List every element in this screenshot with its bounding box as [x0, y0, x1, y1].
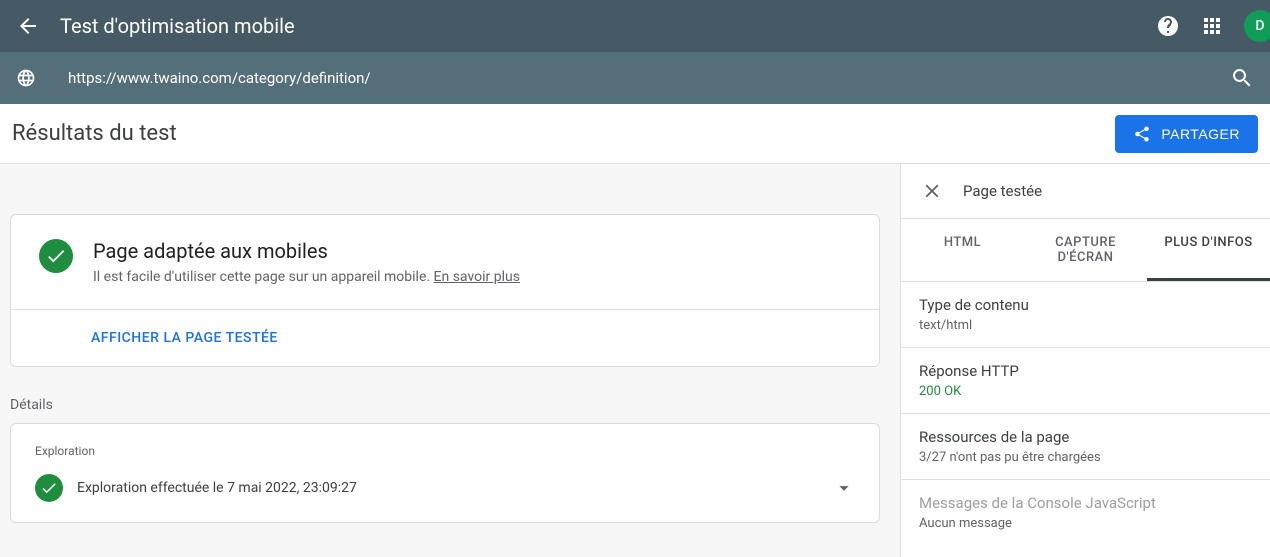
console-messages-section: Messages de la Console JavaScript Aucun … [901, 480, 1270, 545]
exploration-card[interactable]: Exploration Exploration effectuée le 7 m… [10, 423, 880, 523]
exploration-text: Exploration effectuée le 7 mai 2022, 23:… [77, 480, 819, 496]
page-resources-label: Ressources de la page [919, 428, 1252, 446]
http-response-label: Réponse HTTP [919, 362, 1252, 380]
apps-icon[interactable] [1200, 14, 1224, 38]
console-messages-value: Aucun message [919, 516, 1252, 531]
share-button-label: PARTAGER [1161, 126, 1240, 142]
details-section-label: Détails [10, 397, 890, 413]
tab-screenshot[interactable]: CAPTURE D'ÉCRAN [1024, 219, 1147, 281]
back-arrow-icon[interactable] [16, 14, 40, 38]
check-icon [35, 474, 63, 502]
view-tested-page-button[interactable]: AFFICHER LA PAGE TESTÉE [11, 310, 879, 366]
help-icon[interactable] [1156, 14, 1180, 38]
http-response-section: Réponse HTTP 200 OK [901, 348, 1270, 414]
check-icon [39, 239, 73, 273]
side-panel: Page testée HTML CAPTURE D'ÉCRAN PLUS D'… [900, 164, 1270, 557]
result-description: Il est facile d'utiliser cette page sur … [93, 269, 520, 285]
globe-icon [16, 68, 36, 88]
console-messages-label: Messages de la Console JavaScript [919, 494, 1252, 512]
result-card: Page adaptée aux mobiles Il est facile d… [10, 214, 880, 367]
results-heading: Résultats du test [12, 121, 177, 146]
tab-html[interactable]: HTML [901, 219, 1024, 281]
page-title: Test d'optimisation mobile [60, 14, 1156, 38]
search-icon[interactable] [1230, 66, 1254, 90]
chevron-down-icon [833, 477, 855, 499]
content-type-value: text/html [919, 318, 1252, 333]
tab-more-info[interactable]: PLUS D'INFOS [1147, 219, 1270, 281]
content-type-section: Type de contenu text/html [901, 282, 1270, 348]
page-resources-section[interactable]: Ressources de la page 3/27 n'ont pas pu … [901, 414, 1270, 480]
exploration-label: Exploration [35, 444, 855, 458]
tested-url: https://www.twaino.com/category/definiti… [68, 69, 1230, 87]
result-title: Page adaptée aux mobiles [93, 239, 520, 263]
avatar[interactable]: D [1244, 10, 1270, 42]
http-response-value: 200 OK [919, 384, 1252, 399]
share-button[interactable]: PARTAGER [1115, 115, 1258, 153]
learn-more-link[interactable]: En savoir plus [434, 269, 520, 285]
share-icon [1133, 125, 1151, 143]
side-panel-title: Page testée [963, 182, 1042, 200]
page-resources-value: 3/27 n'ont pas pu être chargées [919, 450, 1252, 465]
close-icon[interactable] [921, 180, 943, 202]
content-type-label: Type de contenu [919, 296, 1252, 314]
